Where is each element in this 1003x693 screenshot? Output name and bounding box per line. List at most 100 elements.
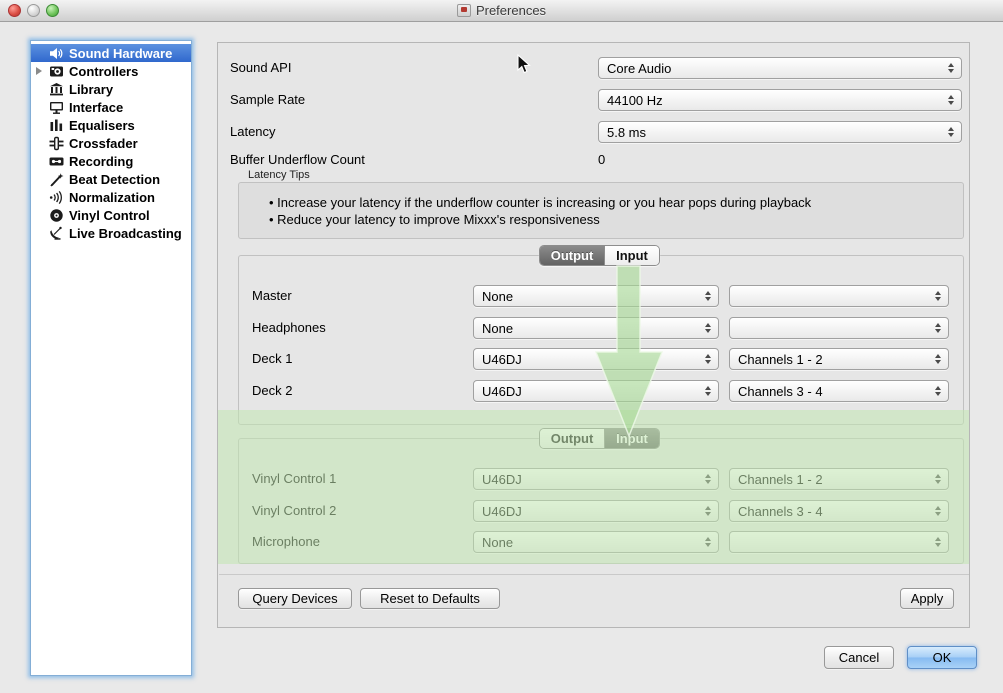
latency-tip-bullet: • Reduce your latency to improve Mixxx's… <box>269 211 811 228</box>
title-bar: Preferences <box>0 0 1003 22</box>
sidebar-item-label: Beat Detection <box>69 172 160 187</box>
reset-to-defaults-button[interactable]: Reset to Defaults <box>360 588 500 609</box>
sidebar-item-label: Normalization <box>69 190 155 205</box>
sound-api-label: Sound API <box>230 60 291 75</box>
stepper-arrows-icon <box>948 127 954 137</box>
sidebar-item-label: Sound Hardware <box>69 46 172 61</box>
deck1-channels-select[interactable]: Channels 1 - 2 <box>729 348 949 370</box>
zoom-button[interactable] <box>46 4 59 17</box>
latency-label: Latency <box>230 124 276 139</box>
sample-rate-value: 44100 Hz <box>607 93 663 108</box>
library-icon <box>49 82 64 97</box>
buffer-underflow-value: 0 <box>598 152 605 167</box>
microphone-label: Microphone <box>252 534 320 549</box>
close-button[interactable] <box>8 4 21 17</box>
latency-tip-bullet: • Increase your latency if the underflow… <box>269 194 811 211</box>
sidebar-item-recording[interactable]: Recording <box>31 152 191 170</box>
microphone-channels-select[interactable] <box>729 531 949 553</box>
output-section-tabbar: Output Input <box>539 245 660 266</box>
vinyl-control2-channels-value: Channels 3 - 4 <box>738 504 823 519</box>
apply-label: Apply <box>911 591 944 606</box>
stepper-arrows-icon <box>935 323 941 333</box>
sidebar-item-interface[interactable]: Interface <box>31 98 191 116</box>
ok-button[interactable]: OK <box>907 646 977 669</box>
deck1-device-select[interactable]: U46DJ <box>473 348 719 370</box>
master-device-value: None <box>482 289 513 304</box>
deck2-channels-value: Channels 3 - 4 <box>738 384 823 399</box>
master-label: Master <box>252 288 292 303</box>
vinyl-control2-label: Vinyl Control 2 <box>252 503 336 518</box>
sidebar-item-label: Interface <box>69 100 123 115</box>
ok-label: OK <box>933 650 952 665</box>
tab-output[interactable]: Output <box>540 429 604 448</box>
sidebar-item-label: Live Broadcasting <box>69 226 182 241</box>
vinyl-control2-channels-select[interactable]: Channels 3 - 4 <box>729 500 949 522</box>
latency-value: 5.8 ms <box>607 125 646 140</box>
cancel-label: Cancel <box>839 650 879 665</box>
sidebar-item-equalisers[interactable]: Equalisers <box>31 116 191 134</box>
sidebar-item-sound-hardware[interactable]: Sound Hardware <box>31 44 191 62</box>
cassette-icon <box>49 154 64 169</box>
preferences-sidebar: Sound Hardware Controllers Library Inter… <box>30 40 192 676</box>
tab-output[interactable]: Output <box>540 246 604 265</box>
latency-tips-box: • Increase your latency if the underflow… <box>238 182 964 239</box>
deck1-device-value: U46DJ <box>482 352 522 367</box>
sample-rate-select[interactable]: 44100 Hz <box>598 89 962 111</box>
master-channels-select[interactable] <box>729 285 949 307</box>
sidebar-item-label: Library <box>69 82 113 97</box>
vinyl-control1-channels-select[interactable]: Channels 1 - 2 <box>729 468 949 490</box>
vinyl-control1-label: Vinyl Control 1 <box>252 471 336 486</box>
latency-select[interactable]: 5.8 ms <box>598 121 962 143</box>
sidebar-item-controllers[interactable]: Controllers <box>31 62 191 80</box>
sound-api-value: Core Audio <box>607 61 671 76</box>
deck1-channels-value: Channels 1 - 2 <box>738 352 823 367</box>
sidebar-item-crossfader[interactable]: Crossfader <box>31 134 191 152</box>
speaker-icon <box>49 46 64 61</box>
sidebar-item-normalization[interactable]: Normalization <box>31 188 191 206</box>
stepper-arrows-icon <box>935 474 941 484</box>
headphones-device-select[interactable]: None <box>473 317 719 339</box>
disclosure-triangle-icon[interactable] <box>36 67 42 75</box>
cancel-button[interactable]: Cancel <box>824 646 894 669</box>
wand-icon <box>49 172 64 187</box>
preferences-window-icon <box>457 4 471 17</box>
headphones-device-value: None <box>482 321 513 336</box>
sidebar-item-label: Controllers <box>69 64 138 79</box>
vinyl-control1-device-value: U46DJ <box>482 472 522 487</box>
deck2-channels-select[interactable]: Channels 3 - 4 <box>729 380 949 402</box>
vinyl-control1-device-select[interactable]: U46DJ <box>473 468 719 490</box>
headphones-channels-select[interactable] <box>729 317 949 339</box>
sidebar-item-live-broadcasting[interactable]: Live Broadcasting <box>31 224 191 242</box>
stepper-arrows-icon <box>705 354 711 364</box>
stepper-arrows-icon <box>935 537 941 547</box>
query-devices-label: Query Devices <box>252 591 337 606</box>
stepper-arrows-icon <box>705 474 711 484</box>
sidebar-item-beat-detection[interactable]: Beat Detection <box>31 170 191 188</box>
deck2-device-select[interactable]: U46DJ <box>473 380 719 402</box>
vinyl-icon <box>49 208 64 223</box>
window-title: Preferences <box>476 3 546 18</box>
tab-input[interactable]: Input <box>605 429 659 448</box>
deck1-label: Deck 1 <box>252 351 292 366</box>
sample-rate-label: Sample Rate <box>230 92 305 107</box>
sidebar-item-vinyl-control[interactable]: Vinyl Control <box>31 206 191 224</box>
vinyl-control2-device-value: U46DJ <box>482 504 522 519</box>
microphone-device-select[interactable]: None <box>473 531 719 553</box>
sidebar-item-label: Crossfader <box>69 136 138 151</box>
stepper-arrows-icon <box>705 506 711 516</box>
apply-button[interactable]: Apply <box>900 588 954 609</box>
stepper-arrows-icon <box>935 291 941 301</box>
vinyl-control2-device-select[interactable]: U46DJ <box>473 500 719 522</box>
input-section-tabbar: Output Input <box>539 428 660 449</box>
query-devices-button[interactable]: Query Devices <box>238 588 352 609</box>
minimize-button[interactable] <box>27 4 40 17</box>
sidebar-item-library[interactable]: Library <box>31 80 191 98</box>
stepper-arrows-icon <box>705 323 711 333</box>
stepper-arrows-icon <box>705 537 711 547</box>
master-device-select[interactable]: None <box>473 285 719 307</box>
tab-input[interactable]: Input <box>605 246 659 265</box>
sound-hardware-pane: Sound API Core Audio Sample Rate 44100 H… <box>217 42 970 628</box>
controller-icon <box>49 64 64 79</box>
sound-api-select[interactable]: Core Audio <box>598 57 962 79</box>
headphones-label: Headphones <box>252 320 326 335</box>
